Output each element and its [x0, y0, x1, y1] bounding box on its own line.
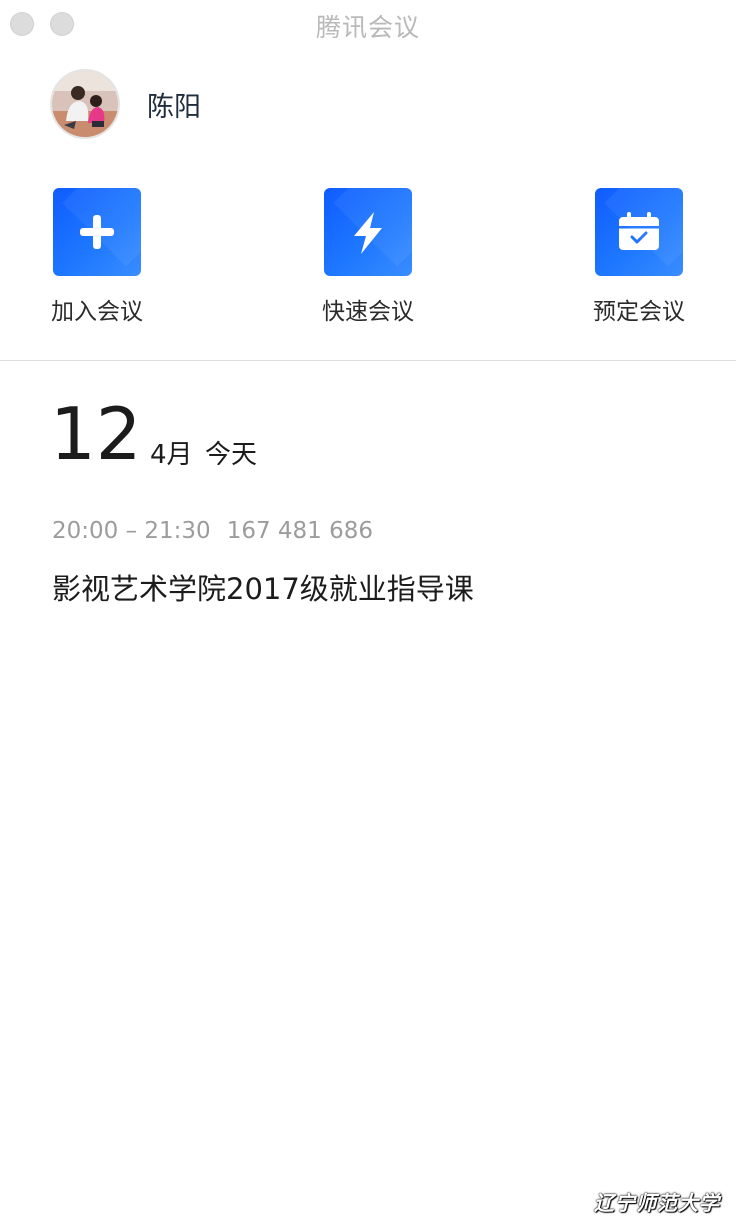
join-meeting-label: 加入会议: [51, 299, 143, 325]
today-label: 今天: [205, 440, 258, 470]
date-month: 4月: [150, 440, 193, 470]
quick-actions: 加入会议 快速会议 预定会议: [0, 188, 736, 328]
calendar-icon: [619, 212, 659, 250]
watermark: 辽宁师范大学: [594, 1191, 720, 1215]
section-divider: [0, 360, 736, 361]
join-meeting-button[interactable]: 加入会议: [37, 188, 157, 326]
user-profile[interactable]: 陈阳: [50, 68, 201, 140]
quick-meeting-tile[interactable]: [324, 188, 412, 276]
meeting-meta: 20:00 – 21:30 167 481 686: [52, 518, 692, 544]
meeting-time: 20:00 – 21:30: [52, 518, 211, 544]
avatar[interactable]: [50, 69, 120, 139]
quick-meeting-label: 快速会议: [322, 299, 414, 325]
meeting-title: 影视艺术学院2017级就业指导课: [52, 572, 474, 606]
user-name: 陈阳: [147, 91, 201, 123]
schedule-meeting-button[interactable]: 预定会议: [579, 188, 699, 326]
window-title: 腾讯会议: [315, 13, 420, 42]
meeting-id: 167 481 686: [226, 518, 374, 544]
title-bar: 腾讯会议: [0, 0, 736, 50]
quick-meeting-button[interactable]: 快速会议: [308, 188, 428, 326]
schedule-meeting-label: 预定会议: [593, 299, 685, 325]
lightning-icon: [354, 212, 382, 254]
schedule-meeting-tile[interactable]: [595, 188, 683, 276]
avatar-photo: [52, 71, 118, 137]
date-day: 12: [50, 392, 142, 476]
join-meeting-tile[interactable]: [53, 188, 141, 276]
plus-icon: [80, 215, 114, 249]
meeting-list-item[interactable]: 20:00 – 21:30 167 481 686 影视艺术学院2017级就业指导…: [52, 518, 692, 608]
